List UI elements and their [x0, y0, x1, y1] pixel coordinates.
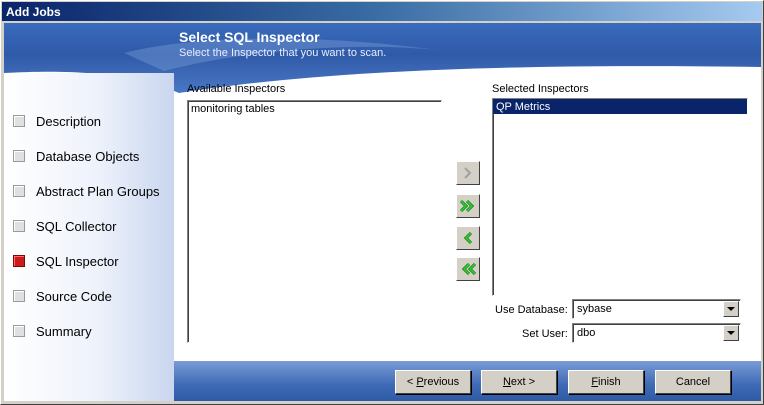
step-label: SQL Inspector	[36, 253, 119, 269]
next-label: ext >	[510, 376, 536, 388]
double-chevron-right-icon	[459, 199, 475, 213]
double-chevron-left-icon	[461, 262, 477, 276]
step-checkbox-icon	[13, 115, 25, 127]
window-title: Add Jobs	[2, 2, 762, 21]
step-checkbox-icon	[13, 220, 25, 232]
finish-mnemonic: F	[591, 376, 599, 388]
step-checkbox-icon	[13, 150, 25, 162]
selected-inspectors-list[interactable]: QP Metrics	[492, 98, 748, 296]
step-label: Description	[36, 113, 102, 129]
dropdown-arrow-icon[interactable]	[723, 325, 739, 341]
previous-mnemonic: P	[416, 376, 424, 388]
step-summary: Summary	[13, 322, 92, 340]
chevron-left-icon	[463, 231, 473, 245]
previous-arrow: <	[406, 376, 417, 388]
step-database-objects: Database Objects	[13, 147, 139, 165]
remove-button[interactable]	[456, 226, 480, 250]
add-all-button[interactable]	[456, 194, 480, 218]
step-label: Summary	[36, 323, 92, 339]
use-database-value: sybase	[577, 303, 612, 315]
wizard-body: Select SQL Inspector Select the Inspecto…	[4, 23, 761, 401]
finish-button[interactable]: Finish	[568, 370, 644, 394]
use-database-select[interactable]: sybase	[572, 299, 741, 319]
step-checkbox-icon	[13, 290, 25, 302]
step-abstract-plan-groups: Abstract Plan Groups	[13, 182, 160, 200]
step-checkbox-icon	[13, 325, 25, 337]
previous-label: revious	[423, 376, 460, 388]
page-subtitle: Select the Inspector that you want to sc…	[179, 47, 387, 59]
step-label: Abstract Plan Groups	[36, 183, 160, 199]
step-active-icon	[13, 255, 25, 267]
step-sql-collector: SQL Collector	[13, 217, 116, 235]
step-label: Database Objects	[36, 148, 140, 164]
step-label: SQL Collector	[36, 218, 117, 234]
cancel-button[interactable]: Cancel	[655, 370, 731, 394]
chevron-right-icon	[464, 167, 472, 179]
next-mnemonic: N	[502, 376, 511, 388]
step-description: Description	[13, 112, 101, 130]
step-label: Source Code	[36, 288, 112, 304]
step-sql-inspector: SQL Inspector	[13, 252, 119, 270]
dropdown-arrow-icon[interactable]	[723, 301, 739, 317]
step-checkbox-icon	[13, 185, 25, 197]
list-item[interactable]: monitoring tables	[188, 101, 441, 116]
use-database-label: Use Database:	[495, 304, 568, 316]
add-jobs-window: Add Jobs Select SQL Inspector Select the…	[0, 0, 764, 405]
next-button[interactable]: Next >	[481, 370, 557, 394]
selected-inspectors-label: Selected Inspectors	[492, 83, 589, 95]
remove-all-button[interactable]	[456, 257, 480, 281]
set-user-select[interactable]: dbo	[572, 323, 741, 343]
step-source-code: Source Code	[13, 287, 112, 305]
page-title: Select SQL Inspector	[179, 29, 320, 45]
available-inspectors-list[interactable]: monitoring tables	[187, 100, 442, 343]
set-user-label: Set User:	[522, 328, 568, 340]
add-button[interactable]	[456, 161, 480, 185]
list-item[interactable]: QP Metrics	[493, 99, 747, 114]
finish-label: inish	[598, 376, 621, 388]
previous-button[interactable]: < Previous	[395, 370, 471, 394]
set-user-value: dbo	[577, 327, 596, 339]
available-inspectors-label: Available Inspectors	[187, 83, 286, 95]
